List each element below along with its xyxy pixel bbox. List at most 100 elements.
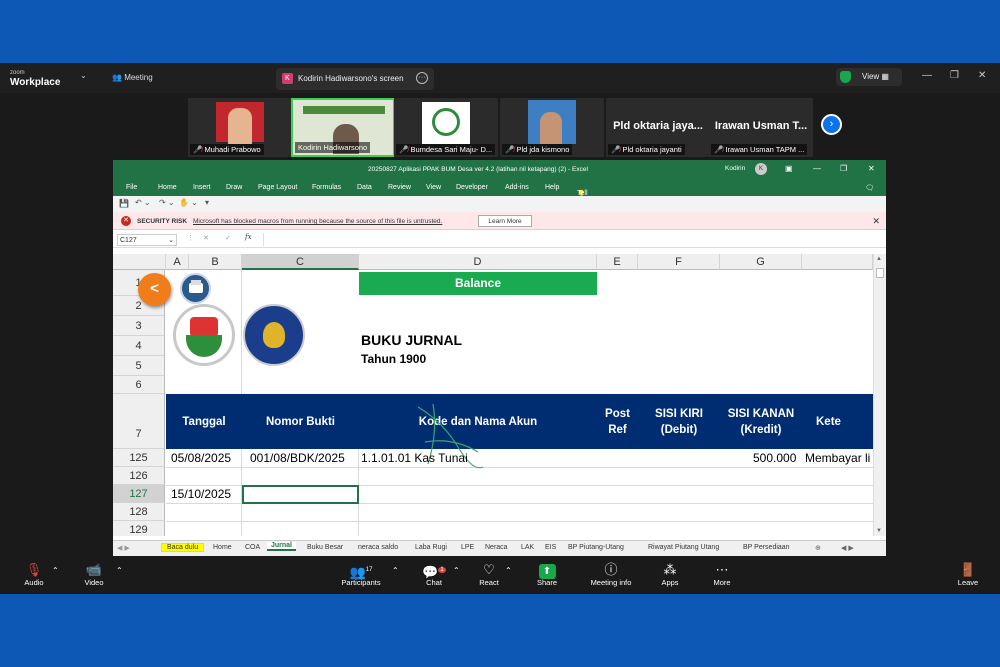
more-button[interactable]: ⋯ More: [692, 562, 752, 587]
minimize-icon[interactable]: —: [922, 70, 932, 81]
function-icon[interactable]: fx: [245, 233, 252, 241]
restore-icon[interactable]: ❐: [840, 164, 847, 173]
close-icon[interactable]: ✕: [978, 70, 986, 81]
column-header[interactable]: D: [359, 254, 597, 270]
tab-view[interactable]: View: [426, 184, 441, 191]
sheet-tab[interactable]: Buku Besar: [307, 544, 343, 551]
cell-nomor-bukti[interactable]: 001/08/BDK/2025: [250, 451, 345, 465]
minimize-icon[interactable]: —: [813, 164, 821, 173]
tab-add-ins[interactable]: Add-ins: [505, 184, 529, 191]
formula-input[interactable]: [263, 233, 883, 246]
row-header[interactable]: 125: [113, 449, 165, 467]
row-header[interactable]: 3: [113, 316, 165, 336]
row-header[interactable]: 126: [113, 467, 165, 485]
participant-tile[interactable]: 🎤̸ Muhadi Prabowo: [188, 98, 292, 157]
balance-button[interactable]: Balance: [359, 272, 597, 295]
video-button[interactable]: 📹 Video: [64, 562, 124, 587]
ribbon-display-icon[interactable]: ▣: [785, 164, 793, 173]
column-header[interactable]: [802, 254, 873, 270]
tab-help[interactable]: Help: [545, 184, 559, 191]
chevron-up-icon[interactable]: ⌃: [505, 566, 512, 575]
tab-scroll-left-icon[interactable]: ◀ ▶: [117, 544, 130, 552]
sheet-tab[interactable]: COA: [245, 544, 260, 551]
column-header[interactable]: E: [597, 254, 638, 270]
cell-tanggal[interactable]: 05/08/2025: [171, 451, 231, 465]
cell-keterangan[interactable]: Membayar li: [805, 451, 870, 465]
worksheet-grid[interactable]: A B C D E F G 1 2 3 4 5 6 7 125 126 127 …: [113, 254, 873, 536]
security-message[interactable]: Microsoft has blocked macros from runnin…: [193, 218, 442, 225]
leave-button[interactable]: 🚪 Leave: [938, 562, 998, 587]
select-all[interactable]: [113, 254, 166, 270]
sheet-tab[interactable]: Riwayat Piutang Utang: [648, 544, 719, 551]
selected-cell[interactable]: [242, 485, 359, 504]
share-tab[interactable]: K Kodirin Hadiwarsono's screen ···: [276, 68, 434, 90]
add-sheet-icon[interactable]: ⊕: [815, 544, 821, 552]
close-icon[interactable]: ✕: [872, 216, 880, 227]
print-icon[interactable]: [180, 273, 211, 304]
tab-review[interactable]: Review: [388, 184, 411, 191]
customize-toolbar-icon[interactable]: ▾: [205, 198, 209, 207]
meeting-info-button[interactable]: ⓘ Meeting info: [581, 562, 641, 587]
sheet-tab[interactable]: neraca saldo: [358, 544, 398, 551]
column-header[interactable]: B: [189, 254, 242, 270]
share-button[interactable]: ⬆ Share: [517, 562, 577, 587]
participant-tile[interactable]: Kodirin Hadiwarsono: [291, 98, 395, 157]
learn-more-button[interactable]: Learn More: [478, 215, 532, 227]
sheet-tab[interactable]: BP Persediaan: [743, 544, 790, 551]
redo-icon[interactable]: ↷ ⌄: [159, 198, 175, 207]
row-header[interactable]: 5: [113, 356, 165, 376]
tab-file[interactable]: File: [126, 184, 137, 191]
sheet-tab[interactable]: EIS: [545, 544, 556, 551]
cell-tanggal[interactable]: 15/10/2025: [171, 487, 231, 501]
column-header[interactable]: C: [242, 254, 359, 270]
sheet-tab-active[interactable]: Jurnal: [267, 542, 297, 551]
close-icon[interactable]: ✕: [868, 164, 875, 173]
tab-home[interactable]: Home: [158, 184, 177, 191]
back-button[interactable]: <: [138, 273, 171, 306]
participants-button[interactable]: 👥17 Participants: [331, 562, 391, 587]
participant-tile[interactable]: 🎤̸ Pld jda kismono: [500, 98, 604, 157]
vertical-scrollbar[interactable]: ▲ ▼: [873, 254, 886, 536]
participant-tile[interactable]: Pld oktaria jaya... 🎤̸ Pld oktaria jayan…: [606, 98, 710, 157]
apps-button[interactable]: ⁂ Apps: [640, 562, 700, 587]
row-header[interactable]: 128: [113, 503, 165, 521]
chevron-up-icon[interactable]: ⌃: [392, 566, 399, 575]
sheet-tab[interactable]: LPE: [461, 544, 474, 551]
chevron-down-icon[interactable]: ⌄: [80, 71, 87, 80]
name-box[interactable]: C127 ⌄: [117, 234, 177, 246]
tab-formulas[interactable]: Formulas: [312, 184, 341, 191]
column-header[interactable]: G: [720, 254, 802, 270]
sheet-tab[interactable]: Neraca: [485, 544, 508, 551]
enter-icon[interactable]: ✓: [225, 234, 231, 242]
sheet-tab[interactable]: Baca dulu: [161, 543, 205, 552]
column-header[interactable]: A: [166, 254, 189, 270]
row-header[interactable]: 6: [113, 376, 165, 394]
cell-kredit[interactable]: 500.000: [753, 451, 796, 465]
tab-developer[interactable]: Developer: [456, 184, 488, 191]
cell-akun[interactable]: 1.1.01.01 Kas Tunai: [361, 451, 468, 465]
undo-icon[interactable]: ↶ ⌄: [135, 198, 151, 207]
chevron-up-icon[interactable]: ⌃: [116, 566, 123, 575]
cancel-icon[interactable]: ✕: [203, 234, 209, 242]
participant-tile[interactable]: Irawan Usman T... 🎤̸ Irawan Usman TAPM .…: [709, 98, 813, 157]
tab-data[interactable]: Data: [357, 184, 372, 191]
meeting-menu[interactable]: 👥 Meeting: [112, 73, 153, 82]
row-header[interactable]: 4: [113, 336, 165, 356]
save-icon[interactable]: 💾: [119, 199, 129, 208]
tab-page-layout[interactable]: Page Layout: [258, 184, 297, 191]
participant-tile[interactable]: 🎤̸ Bumdesa Sari Maju- D...: [394, 98, 498, 157]
scroll-arrows-icon[interactable]: ◀ ▶: [841, 544, 854, 552]
restore-icon[interactable]: ❐: [950, 70, 959, 81]
chevron-up-icon[interactable]: ⌃: [52, 566, 59, 575]
row-header[interactable]: 7: [113, 394, 165, 449]
tab-insert[interactable]: Insert: [193, 184, 211, 191]
touch-mode-icon[interactable]: ✋ ⌄: [179, 198, 198, 207]
row-header[interactable]: 127: [113, 485, 165, 503]
sheet-tab[interactable]: Home: [213, 544, 232, 551]
sheet-tab[interactable]: LAK: [521, 544, 534, 551]
view-button[interactable]: View ▦: [836, 68, 902, 86]
sheet-tab[interactable]: Laba Rugi: [415, 544, 447, 551]
chevron-right-icon[interactable]: ›: [821, 114, 842, 135]
comment-icon[interactable]: 🗨: [865, 184, 874, 192]
column-header[interactable]: F: [638, 254, 720, 270]
